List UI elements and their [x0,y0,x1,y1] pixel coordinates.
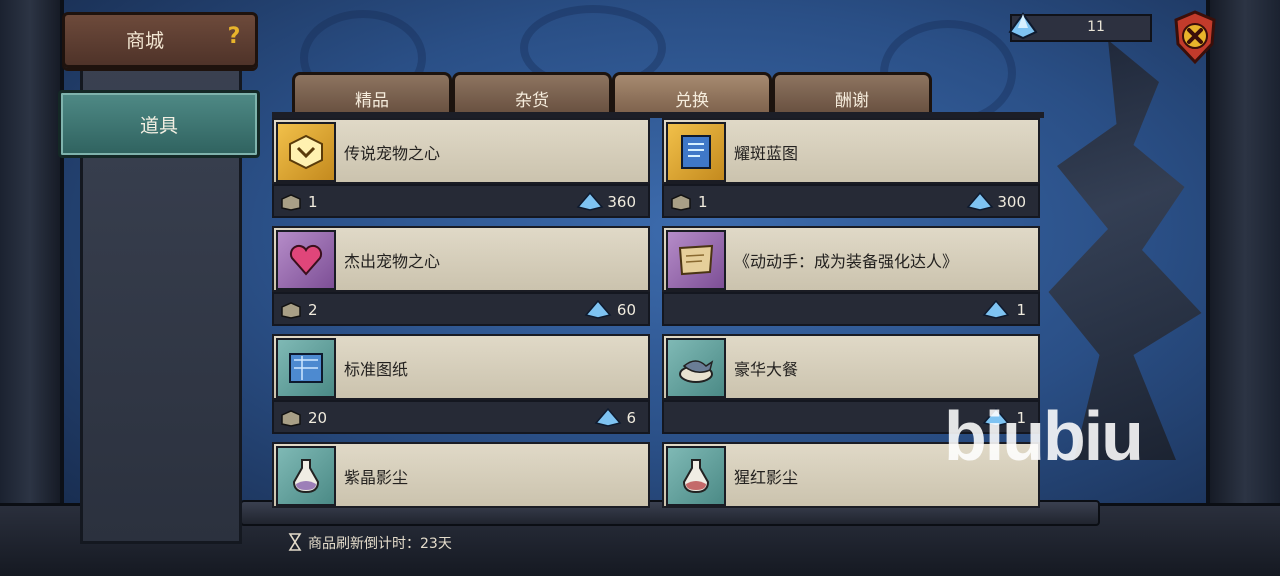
red-dust-bottle-icon [682,459,710,494]
shop-item[interactable]: 标准图纸 20 6 [272,334,650,440]
currency-amount: 11 [1087,19,1105,35]
item-info-bar: 2 60 [272,292,650,326]
box-icon [281,302,301,319]
item-name: 杰出宠物之心 [344,252,441,271]
blueprint-map-icon [289,353,323,383]
item-info-bar: 20 6 [272,400,650,434]
item-icon-frame [276,446,336,506]
shop-item[interactable]: 传说宠物之心 1 360 [272,118,650,224]
shop-item[interactable]: 紫晶影尘 [272,442,650,508]
tab-premium[interactable]: 精品 [292,72,452,117]
item-price: 300 [997,193,1026,211]
tab-label: 酬谢 [835,91,869,111]
item-quantity: 20 [308,409,328,427]
item-info-bar: 1 [662,292,1040,326]
blue-scroll-icon [681,135,711,169]
item-name: 豪华大餐 [734,360,799,379]
item-card: 标准图纸 [272,334,650,400]
tab-label: 精品 [355,91,389,111]
item-quantity: 1 [308,193,318,211]
tab-label: 杂货 [515,91,549,111]
box-icon [281,194,301,211]
item-name: 传说宠物之心 [344,144,441,163]
shop-title-banner: 商城 ? [62,12,258,68]
parchment-icon [678,244,714,276]
help-icon[interactable]: ? [223,25,245,49]
box-icon [281,410,301,427]
shop-item[interactable]: 杰出宠物之心 2 60 [272,226,650,332]
shop-item[interactable]: 耀斑蓝图 1 300 [662,118,1040,224]
hourglass-icon [288,533,302,551]
fish-meal-icon [679,360,714,383]
blue-crystal-icon [594,407,622,427]
tab-misc[interactable]: 杂货 [452,72,612,117]
item-card: 豪华大餐 [662,334,1040,400]
item-name: 紫晶影尘 [344,468,409,487]
item-icon-frame [276,230,336,290]
item-card: 紫晶影尘 [272,442,650,508]
item-icon-frame [276,338,336,398]
page-title: 商城 [125,30,164,52]
item-name: 耀斑蓝图 [734,144,799,163]
item-card: 《动动手：成为装备强化达人》 [662,226,1040,292]
item-quantity: 2 [308,301,318,319]
box-icon [671,194,691,211]
blue-crystal-icon [982,299,1010,319]
item-price: 360 [607,193,636,211]
item-info-bar: 1 300 [662,184,1040,218]
item-icon-frame [666,446,726,506]
item-name: 猩红影尘 [734,468,799,487]
item-quantity: 1 [698,193,708,211]
item-price: 6 [626,409,636,427]
shop-item[interactable]: 《动动手：成为装备强化达人》 1 [662,226,1040,332]
item-price: 1 [1016,301,1026,319]
item-card: 耀斑蓝图 [662,118,1040,184]
item-name: 《动动手：成为装备强化达人》 [734,252,959,271]
item-icon-frame [666,230,726,290]
golden-heart-icon [289,134,323,170]
tab-label: 兑换 [675,91,709,111]
currency-display: 11 [1008,12,1152,42]
watermark: biubiu [944,397,1144,475]
item-card: 杰出宠物之心 [272,226,650,292]
pink-heart-icon [289,244,323,276]
item-card: 传说宠物之心 [272,118,650,184]
blue-crystal-icon [1008,12,1038,40]
category-button-items[interactable]: 道具 [58,90,260,158]
close-icon[interactable] [1172,10,1218,66]
tab-exchange[interactable]: 兑换 [612,72,772,117]
tab-reward[interactable]: 酬谢 [772,72,932,117]
left-pillar [0,0,64,576]
item-icon-frame [666,122,726,182]
blue-crystal-icon [584,299,612,319]
item-info-bar: 1 360 [272,184,650,218]
blue-crystal-icon [966,191,994,211]
refresh-countdown: 商品刷新倒计时：23天 [308,536,452,552]
item-price: 60 [616,301,636,319]
item-icon-frame [276,122,336,182]
item-name: 标准图纸 [344,360,409,379]
item-icon-frame [666,338,726,398]
purple-dust-bottle-icon [292,459,320,494]
right-pillar [1206,0,1280,576]
category-label: 道具 [139,115,178,137]
blue-crystal-icon [576,191,604,211]
